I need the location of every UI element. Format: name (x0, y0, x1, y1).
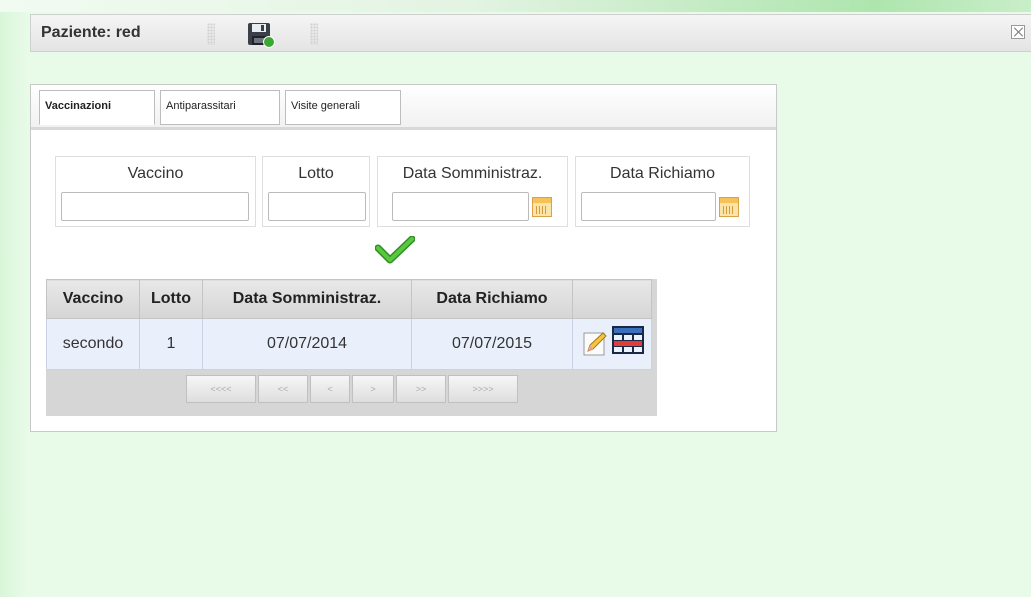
column-header-vaccino[interactable]: Vaccino (46, 279, 140, 319)
data-somministrazione-label: Data Somministraz. (402, 165, 543, 182)
window-title: Paziente: red (41, 24, 141, 41)
vaccino-field-group: Vaccino (55, 156, 256, 227)
pager-last-button[interactable]: >>>> (448, 375, 518, 403)
calendar-icon[interactable] (532, 197, 552, 217)
cell-vaccino: secondo (46, 318, 140, 370)
column-header-lotto[interactable]: Lotto (139, 279, 203, 319)
vaccinations-table: Vaccino Lotto Data Somministraz. Data Ri… (46, 279, 652, 370)
check-icon[interactable] (375, 236, 415, 266)
cell-lotto: 1 (139, 318, 203, 370)
data-richiamo-field-group: Data Richiamo (575, 156, 750, 227)
toolbar-grip (207, 23, 215, 45)
table-header-row: Vaccino Lotto Data Somministraz. Data Ri… (46, 279, 652, 319)
vaccino-input[interactable] (61, 192, 249, 221)
pager-next-page-button[interactable]: >> (396, 375, 446, 403)
close-icon[interactable] (1011, 25, 1025, 39)
column-header-data-somministrazione[interactable]: Data Somministraz. (202, 279, 412, 319)
pager-next-button[interactable]: > (352, 375, 394, 403)
tab-vaccinazioni[interactable]: Vaccinazioni (39, 90, 155, 125)
vaccination-panel: Vaccinazioni Antiparassitari Visite gene… (30, 84, 777, 432)
floppy-disk-icon[interactable] (247, 22, 275, 48)
cell-actions (572, 318, 652, 370)
pager-first-button[interactable]: <<<< (186, 375, 256, 403)
data-somministrazione-input[interactable] (392, 192, 529, 221)
lotto-field-group: Lotto (262, 156, 370, 227)
pencil-icon[interactable] (582, 331, 608, 357)
cell-data-richiamo: 07/07/2015 (411, 318, 573, 370)
table-row[interactable]: secondo 1 07/07/2014 07/07/2015 (46, 318, 652, 370)
column-header-data-richiamo[interactable]: Data Richiamo (411, 279, 573, 319)
tab-bar: Vaccinazioni Antiparassitari Visite gene… (31, 85, 776, 130)
table-remove-icon[interactable] (611, 325, 645, 355)
lotto-input[interactable] (268, 192, 366, 221)
window-titlebar: Paziente: red (30, 14, 1031, 52)
pager-prev-button[interactable]: < (310, 375, 350, 403)
top-gradient-strip (0, 0, 1031, 12)
column-header-actions (572, 279, 652, 319)
tab-antiparassitari[interactable]: Antiparassitari (160, 90, 280, 125)
data-richiamo-label: Data Richiamo (610, 165, 715, 182)
pager-prev-page-button[interactable]: << (258, 375, 308, 403)
calendar-icon[interactable] (719, 197, 739, 217)
tab-visite-generali[interactable]: Visite generali (285, 90, 401, 125)
vaccinations-grid: Vaccino Lotto Data Somministraz. Data Ri… (46, 279, 657, 416)
toolbar-grip (310, 23, 318, 45)
data-richiamo-input[interactable] (581, 192, 716, 221)
data-somministrazione-field-group: Data Somministraz. (377, 156, 568, 227)
lotto-label: Lotto (298, 165, 334, 182)
cell-data-somministrazione: 07/07/2014 (202, 318, 412, 370)
vaccino-label: Vaccino (127, 165, 184, 182)
left-shade (0, 12, 28, 597)
